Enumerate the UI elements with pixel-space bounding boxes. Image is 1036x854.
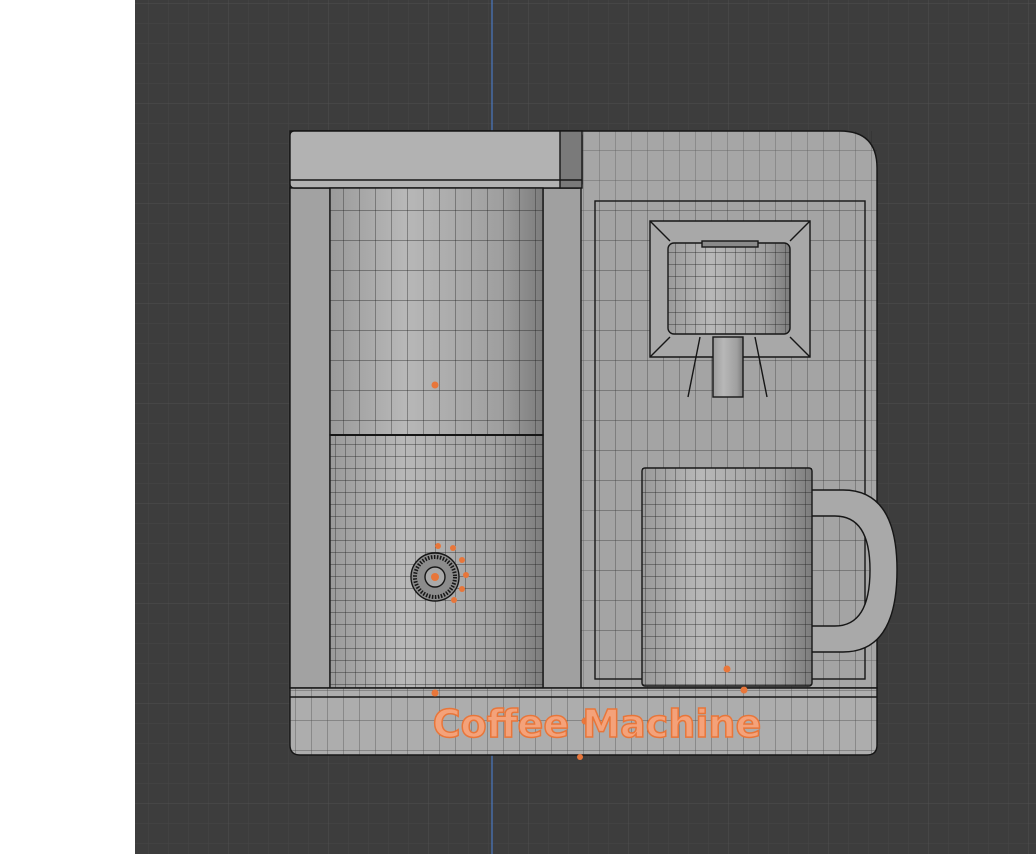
brew-head-top	[701, 240, 759, 248]
divider-column	[542, 187, 582, 689]
left-column-frame	[289, 187, 331, 689]
object-label[interactable]: Coffee Machine	[432, 701, 762, 747]
origin-bottom[interactable]	[577, 754, 583, 760]
mug-wire	[642, 468, 812, 686]
origin-mug[interactable]	[723, 665, 731, 673]
3d-viewport[interactable]: Coffee Machine	[135, 0, 1036, 854]
viewport-canvas[interactable]: Coffee Machine	[135, 0, 1036, 854]
spout[interactable]	[712, 336, 744, 398]
coffee-machine-model[interactable]	[289, 130, 898, 756]
brew-head-wire	[668, 243, 790, 334]
side-panel	[0, 0, 135, 854]
water-tank-upper-wire	[330, 188, 543, 435]
origin-tray[interactable]	[740, 686, 748, 694]
origin-base[interactable]	[431, 689, 439, 697]
origin-tank[interactable]	[431, 381, 439, 389]
